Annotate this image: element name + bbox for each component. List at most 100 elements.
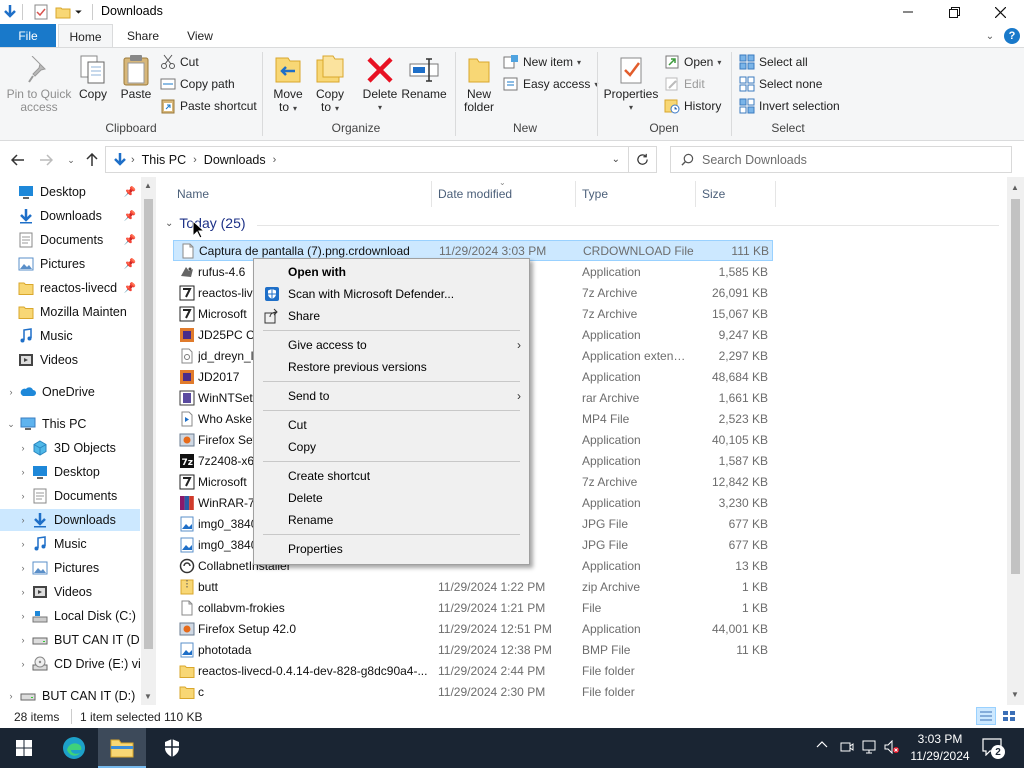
column-header-name[interactable]: Name: [177, 185, 209, 203]
menu-item-open-with[interactable]: Open with: [256, 261, 527, 283]
sidebar-item[interactable]: Music: [0, 325, 140, 347]
search-box[interactable]: Search Downloads: [670, 146, 1012, 173]
scroll-down-arrow-icon[interactable]: ▼: [1011, 690, 1019, 699]
details-view-button[interactable]: [976, 707, 996, 725]
windows-security-taskbar-button[interactable]: [148, 728, 196, 768]
refresh-button[interactable]: [629, 146, 657, 173]
breadcrumb-downloads[interactable]: Downloads: [204, 153, 266, 167]
expand-chevron-icon[interactable]: ›: [18, 659, 28, 669]
rename-button[interactable]: Rename: [401, 54, 447, 101]
new-item-button[interactable]: New item ▾: [503, 52, 581, 72]
close-button[interactable]: [977, 0, 1023, 24]
scroll-down-arrow-icon[interactable]: ▼: [144, 692, 152, 701]
copy-to-button[interactable]: Copy to ▾: [310, 54, 350, 115]
scroll-up-arrow-icon[interactable]: ▲: [144, 181, 152, 190]
properties-button[interactable]: Properties ▾: [602, 54, 660, 114]
file-row[interactable]: c 11/29/2024 2:30 PM File folder: [173, 681, 773, 702]
file-row[interactable]: phototada 11/29/2024 12:38 PM BMP File 11 K…: [173, 639, 773, 660]
menu-item-create-shortcut[interactable]: Create shortcut: [256, 465, 527, 487]
sidebar-item[interactable]: › Desktop: [0, 461, 140, 483]
file-row[interactable]: collabvm-frokies 11/29/2024 1:21 PM File 1 …: [173, 597, 773, 618]
sidebar-item[interactable]: › BUT CAN IT (D:): [0, 629, 141, 651]
menu-item-share[interactable]: Share: [256, 305, 527, 327]
tab-view[interactable]: View: [172, 24, 228, 47]
show-hidden-icons-chevron-icon[interactable]: [816, 740, 828, 748]
address-bar[interactable]: › This PC › Downloads › ⌄: [105, 146, 629, 173]
open-button[interactable]: Open ▾: [664, 52, 721, 72]
paste-shortcut-button[interactable]: Paste shortcut: [160, 96, 257, 116]
up-button[interactable]: [83, 151, 101, 169]
column-header-date-modified[interactable]: Date modified: [438, 185, 512, 203]
breadcrumb-separator-icon[interactable]: ›: [131, 154, 135, 166]
expand-chevron-icon[interactable]: ›: [6, 691, 16, 701]
new-folder-quick-access-icon[interactable]: [55, 3, 71, 21]
expand-chevron-icon[interactable]: ›: [18, 491, 28, 501]
copy-path-button[interactable]: Copy path: [160, 74, 235, 94]
select-none-button[interactable]: Select none: [739, 74, 822, 94]
help-icon[interactable]: ?: [1004, 28, 1020, 44]
delete-button[interactable]: Delete ▾: [360, 54, 400, 114]
column-separator[interactable]: [775, 181, 776, 207]
taskbar-clock[interactable]: 3:03 PM 11/29/2024: [905, 731, 975, 765]
breadcrumb-separator-icon[interactable]: ›: [193, 154, 197, 166]
expand-chevron-icon[interactable]: ›: [18, 443, 28, 453]
properties-quick-access-icon[interactable]: [33, 3, 49, 21]
back-button[interactable]: [9, 151, 27, 169]
tab-file[interactable]: File: [0, 24, 56, 47]
file-explorer-taskbar-button[interactable]: [98, 728, 146, 768]
cut-button[interactable]: Cut: [160, 52, 199, 72]
menu-item-properties[interactable]: Properties: [256, 538, 527, 560]
sidebar-item[interactable]: Documents 📌: [0, 229, 140, 251]
column-header-type[interactable]: Type: [582, 185, 608, 203]
menu-item-send-to[interactable]: Send to ›: [256, 385, 527, 407]
sidebar-item[interactable]: › Videos: [0, 581, 140, 603]
copy-button[interactable]: Copy: [74, 54, 112, 101]
minimize-button[interactable]: [885, 0, 931, 24]
expand-chevron-icon[interactable]: ›: [18, 635, 28, 645]
sidebar-item[interactable]: › 3D Objects: [0, 437, 140, 459]
start-button[interactable]: [0, 728, 48, 768]
sidebar-item[interactable]: › BUT CAN IT (D:): [0, 685, 140, 705]
group-header-today[interactable]: ⌄ Today (25): [165, 215, 246, 231]
tab-share[interactable]: Share: [114, 24, 172, 47]
expand-chevron-icon[interactable]: ›: [18, 563, 28, 573]
sidebar-item[interactable]: › CD Drive (E:) virt: [0, 653, 140, 675]
file-row[interactable]: butt 11/29/2024 1:22 PM zip Archive 1 KB: [173, 576, 773, 597]
expand-ribbon-chevron-icon[interactable]: ⌄: [982, 28, 998, 44]
menu-item-copy[interactable]: Copy: [256, 436, 527, 458]
easy-access-button[interactable]: Easy access▾: [503, 74, 598, 94]
invert-selection-button[interactable]: Invert selection: [739, 96, 840, 116]
history-button[interactable]: History: [664, 96, 721, 116]
scroll-up-arrow-icon[interactable]: ▲: [1011, 183, 1019, 192]
notification-center-button[interactable]: 2: [982, 738, 1005, 759]
menu-item-scan-defender[interactable]: Scan with Microsoft Defender...: [256, 283, 527, 305]
sidebar-item[interactable]: › OneDrive: [0, 381, 140, 403]
expand-chevron-icon[interactable]: ›: [18, 515, 28, 525]
network-icon[interactable]: [862, 740, 878, 754]
sidebar-item[interactable]: › Downloads: [0, 509, 140, 531]
menu-item-rename[interactable]: Rename: [256, 509, 527, 531]
menu-item-delete[interactable]: Delete: [256, 487, 527, 509]
sidebar-item[interactable]: Downloads 📌: [0, 205, 140, 227]
breadcrumb-separator-icon[interactable]: ›: [273, 154, 277, 166]
menu-item-restore-versions[interactable]: Restore previous versions: [256, 356, 527, 378]
sidebar-item[interactable]: Pictures 📌: [0, 253, 140, 275]
address-dropdown-chevron-icon[interactable]: ⌄: [612, 154, 620, 165]
paste-button[interactable]: Paste: [116, 54, 156, 101]
expand-chevron-icon[interactable]: ⌄: [6, 419, 16, 430]
customize-quick-access-chevron-icon[interactable]: ⏷: [75, 3, 82, 21]
menu-item-give-access[interactable]: Give access to ›: [256, 334, 527, 356]
file-row[interactable]: reactos-livecd-0.4.14-dev-828-g8dc90a4-.…: [173, 660, 773, 681]
file-row[interactable]: Firefox Setup 42.0 11/29/2024 12:51 PM App…: [173, 618, 773, 639]
sidebar-item[interactable]: ⌄ This PC: [0, 413, 140, 435]
tab-home[interactable]: Home: [58, 24, 113, 48]
sidebar-item[interactable]: › Documents: [0, 485, 140, 507]
volume-muted-icon[interactable]: [884, 740, 900, 754]
expand-chevron-icon[interactable]: ›: [18, 467, 28, 477]
large-icons-view-button[interactable]: [999, 707, 1019, 725]
column-header-size[interactable]: Size: [702, 185, 725, 203]
expand-chevron-icon[interactable]: ›: [18, 587, 28, 597]
new-folder-button[interactable]: New folder: [460, 54, 498, 114]
forward-button[interactable]: [37, 151, 55, 169]
column-separator[interactable]: [575, 181, 576, 207]
